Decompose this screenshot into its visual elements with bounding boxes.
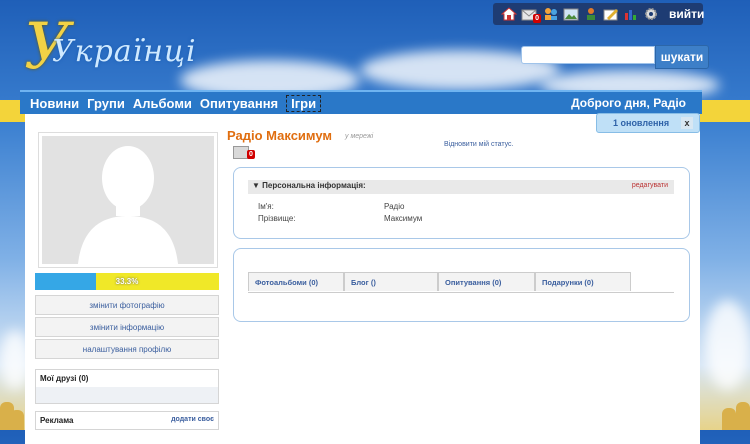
cloud-decoration (705, 300, 750, 390)
wheat-decoration (10, 410, 24, 430)
site-logo[interactable]: У Українці (24, 10, 196, 84)
friends-box: Мої друзі (0) (35, 369, 219, 404)
groups-icon[interactable] (583, 7, 599, 21)
greeting-link[interactable]: Доброго дня, Радіо (571, 96, 686, 110)
tab-blog[interactable]: Блог () (344, 272, 438, 291)
first-name-label: Ім'я: (258, 202, 274, 211)
updates-notification[interactable]: 1 оновлення x (596, 113, 700, 133)
nav-item-albums[interactable]: Альбоми (133, 96, 192, 111)
change-info-button[interactable]: змінити інформацію (35, 317, 219, 337)
friends-icon[interactable] (543, 7, 559, 21)
updates-label: 1 оновлення (613, 118, 670, 128)
search-input[interactable] (521, 46, 655, 64)
tab-gifts[interactable]: Подарунки (0) (535, 272, 631, 291)
profile-completion-bar: 33.3% (35, 273, 219, 290)
wheat-decoration (722, 408, 736, 430)
mail-icon[interactable]: 0 (521, 7, 541, 23)
blog-icon[interactable] (603, 7, 619, 21)
ads-title: Реклама (40, 416, 74, 425)
add-ad-link[interactable]: додати своє (171, 416, 214, 423)
profile-mood: у мережі (345, 133, 374, 140)
nav-item-groups[interactable]: Групи (87, 96, 125, 111)
ads-box: Реклама додати своє (35, 411, 219, 430)
last-name-value: Максимум (384, 214, 423, 223)
profile-completion-text: 33.3% (115, 277, 139, 286)
nav-item-games[interactable]: Ігри (286, 94, 322, 112)
photos-icon[interactable] (563, 7, 579, 21)
nav-item-news[interactable]: Новини (30, 96, 79, 111)
gear-icon[interactable] (643, 7, 659, 21)
logout-link[interactable]: вийти (669, 7, 704, 21)
profile-name: Радіо Максимум (227, 128, 333, 143)
last-name-label: Прізвище: (258, 214, 296, 223)
first-name-value: Радіо (384, 202, 405, 211)
search-button[interactable]: шукати (655, 45, 709, 69)
profile-tabs: Фотоальбоми (0) Блог () Опитування (0) П… (248, 272, 674, 293)
edit-info-link[interactable]: редагувати (632, 182, 668, 189)
mail-badge: 0 (533, 14, 541, 23)
avatar-silhouette-icon (78, 146, 178, 264)
personal-info-box: ▼ Персональна інформація: редагувати Ім'… (233, 167, 690, 239)
close-icon[interactable]: x (681, 117, 693, 129)
update-status-link[interactable]: Відновити мій статус. (444, 141, 514, 148)
nav-item-polls[interactable]: Опитування (200, 96, 278, 111)
wheat-decoration (736, 402, 750, 430)
home-icon[interactable] (500, 7, 518, 21)
change-photo-button[interactable]: змінити фотографію (35, 295, 219, 315)
tab-photoalbums[interactable]: Фотоальбоми (0) (248, 272, 344, 291)
message-badge: 0 (247, 150, 255, 159)
logo-text: Українці (52, 34, 197, 69)
tab-polls[interactable]: Опитування (0) (438, 272, 535, 291)
friends-title[interactable]: Мої друзі (0) (36, 370, 218, 387)
personal-info-title: ▼ Персональна інформація: (252, 181, 366, 190)
main-nav: Новини Групи Альбоми Опитування Ігри Доб… (20, 90, 702, 114)
stats-icon[interactable] (623, 7, 639, 21)
avatar[interactable] (42, 136, 214, 264)
top-toolbar: 0 вийти (493, 3, 704, 25)
profile-tabs-box: Фотоальбоми (0) Блог () Опитування (0) П… (233, 248, 690, 322)
avatar-frame (38, 132, 218, 268)
friends-list (36, 387, 218, 403)
profile-settings-button[interactable]: налаштування профілю (35, 339, 219, 359)
personal-info-header[interactable]: ▼ Персональна інформація: редагувати (248, 180, 674, 194)
